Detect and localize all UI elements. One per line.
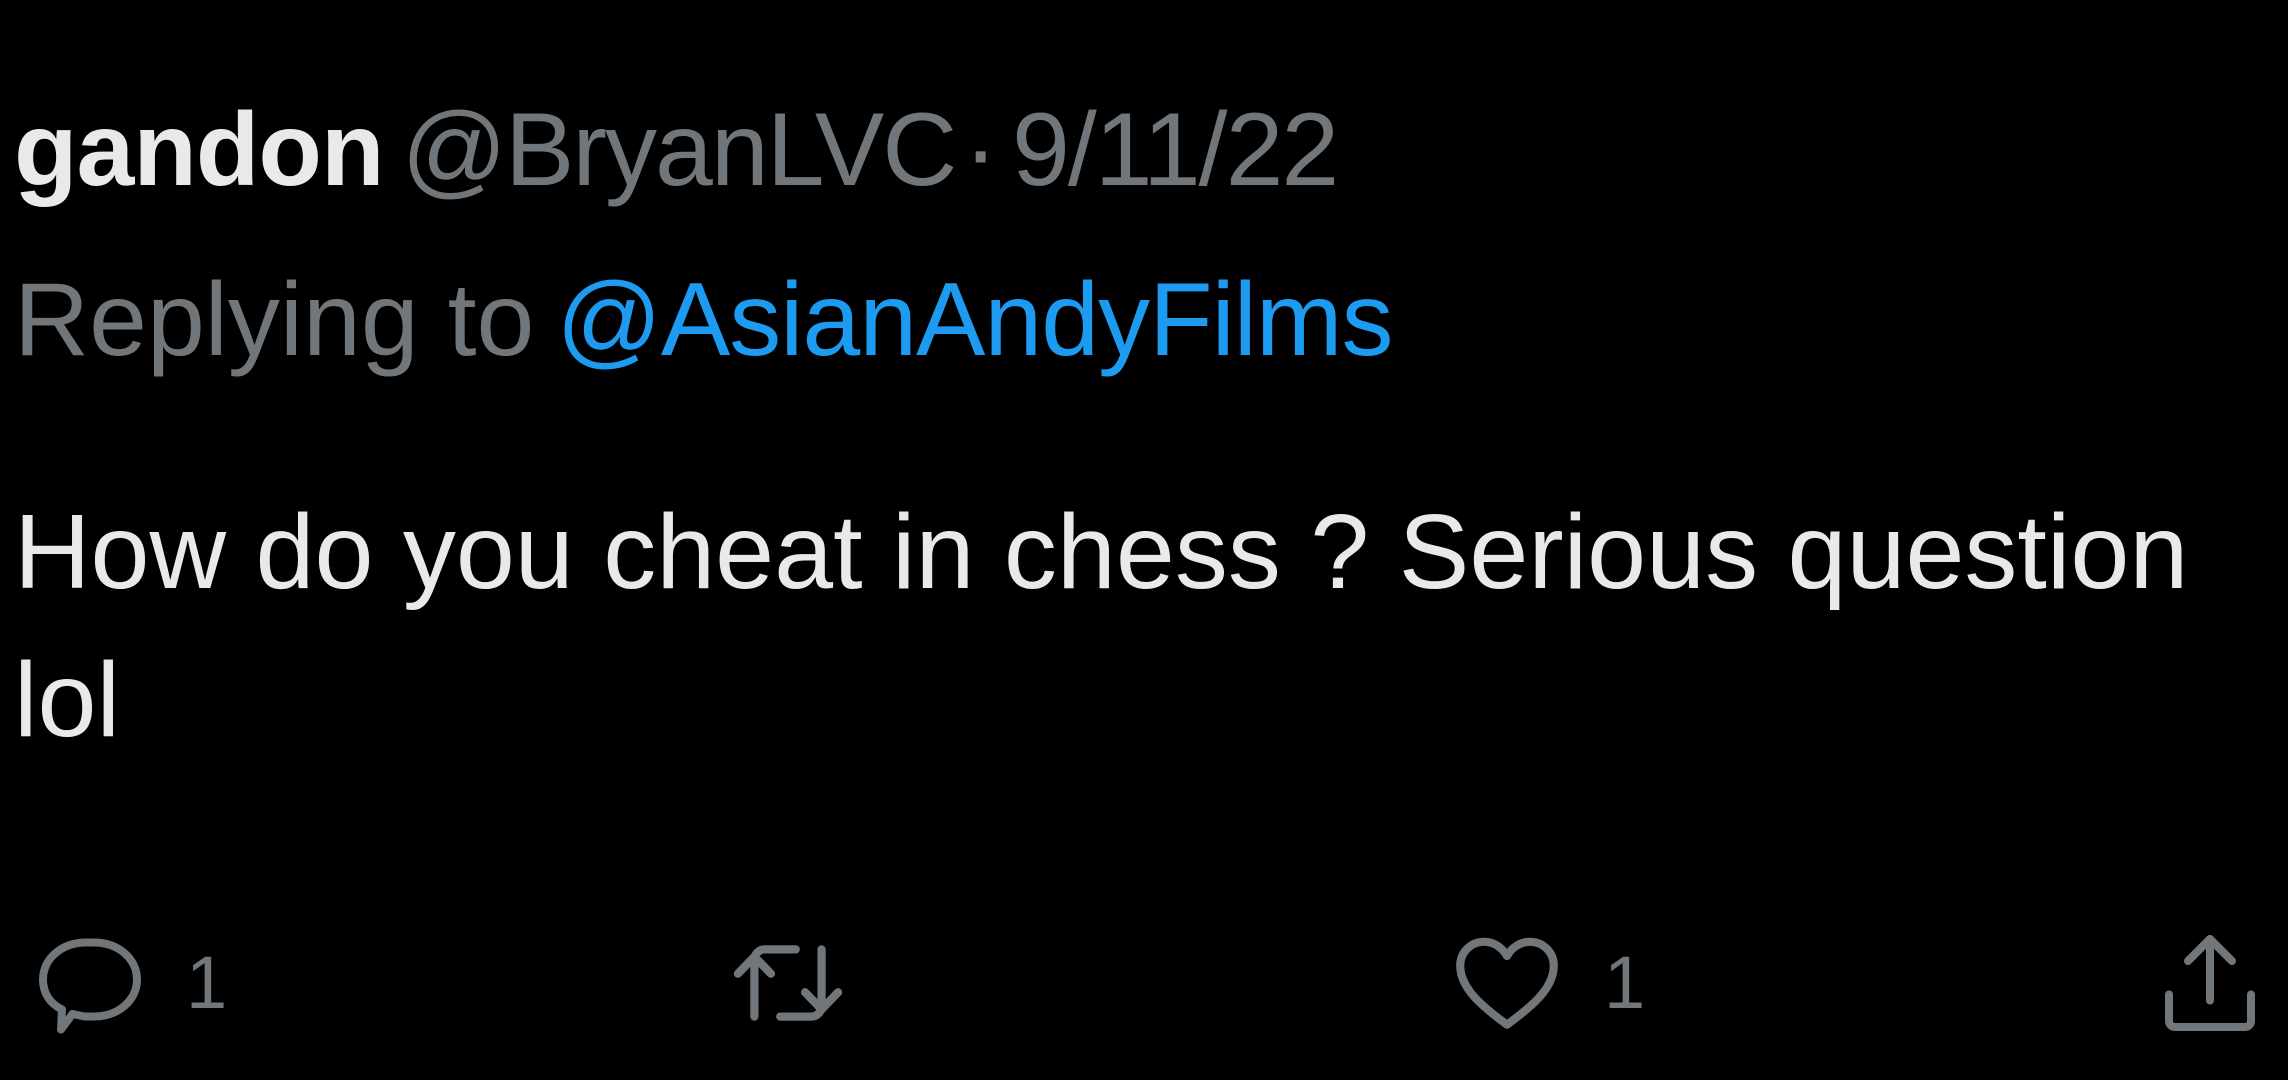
tweet-card[interactable]: gandon @BryanLVC· 9/11/22 Replying to @Asia… xyxy=(14,58,2274,1068)
tweet-header: gandon @BryanLVC· 9/11/22 xyxy=(14,80,1339,220)
reply-bubble-icon[interactable] xyxy=(30,923,150,1043)
user-handle[interactable]: @BryanLVC xyxy=(401,92,957,208)
heart-icon[interactable] xyxy=(1446,922,1568,1044)
replying-to-label: Replying to xyxy=(14,262,535,378)
tweet-text: How do you cheat in chess ? Serious ques… xyxy=(14,493,2189,759)
share-button[interactable] xyxy=(2150,898,2270,1068)
share-icon[interactable] xyxy=(2150,923,2270,1043)
reply-count: 1 xyxy=(186,941,228,1024)
replying-to-line: Replying to @AsianAndyFilms xyxy=(14,250,1393,390)
tweet-date[interactable]: 9/11/22 xyxy=(1012,92,1339,208)
display-name[interactable]: gandon xyxy=(14,92,384,208)
retweet-button[interactable] xyxy=(726,898,886,1068)
tweet-actions: 1 1 xyxy=(14,898,2284,1068)
retweet-icon[interactable] xyxy=(726,921,850,1045)
reply-button[interactable]: 1 xyxy=(30,898,227,1068)
replying-to-handle[interactable]: @AsianAndyFilms xyxy=(556,262,1393,378)
like-button[interactable]: 1 xyxy=(1446,898,1645,1068)
like-count: 1 xyxy=(1604,941,1646,1024)
separator-dot: · xyxy=(963,92,998,208)
